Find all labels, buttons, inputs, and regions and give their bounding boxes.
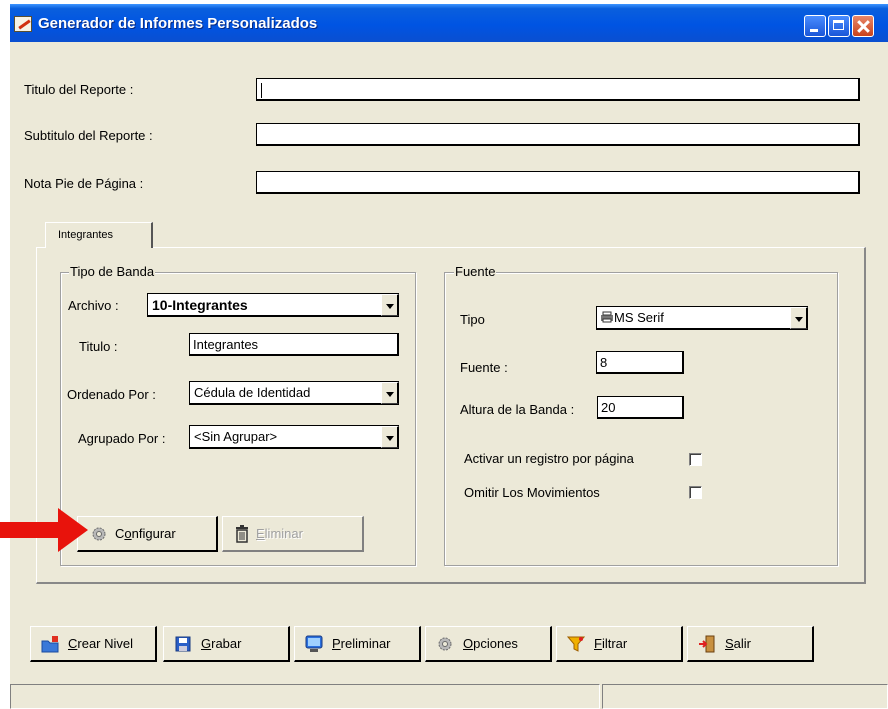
band-type-legend: Tipo de Banda: [69, 264, 156, 279]
report-title-label: Titulo del Reporte :: [24, 82, 134, 97]
monitor-icon: [305, 635, 323, 652]
archivo-label: Archivo :: [68, 298, 119, 313]
footer-note-label: Nota Pie de Página :: [24, 176, 144, 191]
exit-door-icon: [699, 635, 715, 653]
report-title-input[interactable]: [256, 78, 860, 101]
band-height-input[interactable]: 20: [597, 396, 684, 419]
report-generator-window: Generador de Informes Personalizados Tit…: [10, 4, 888, 709]
omit-movements-label: Omitir Los Movimientos: [464, 485, 600, 500]
annotation-arrow-icon: [0, 508, 88, 552]
ordered-by-select[interactable]: Cédula de Identidad: [189, 381, 399, 405]
report-subtitle-input[interactable]: [256, 123, 860, 146]
status-panel-left: [10, 684, 600, 709]
gear-icon: [92, 527, 106, 541]
grouped-by-dropdown-arrow-icon[interactable]: [381, 426, 399, 448]
band-title-label: Titulo :: [79, 339, 118, 354]
font-type-value-wrap: MS Serif: [600, 310, 664, 325]
archivo-value: 10-Integrantes: [152, 297, 248, 313]
app-icon: [14, 16, 32, 32]
save-label: Grabar: [201, 636, 242, 651]
ordered-by-dropdown-arrow-icon[interactable]: [381, 382, 399, 404]
trash-icon: [236, 525, 248, 543]
save-button[interactable]: Grabar: [163, 626, 290, 662]
floppy-disk-icon: [175, 636, 191, 652]
grouped-by-value: <Sin Agrupar>: [194, 429, 278, 444]
band-height-label: Altura de la Banda :: [460, 402, 575, 417]
filter-button[interactable]: Filtrar: [556, 626, 683, 662]
create-level-button[interactable]: Crear Nivel: [30, 626, 157, 662]
text-caret: [261, 83, 262, 99]
title-bar[interactable]: Generador de Informes Personalizados: [10, 4, 888, 42]
printer-font-icon: [601, 311, 613, 323]
font-type-value: MS Serif: [614, 310, 664, 325]
report-subtitle-label: Subtitulo del Reporte :: [24, 128, 153, 143]
configurar-label: Configurar: [115, 526, 176, 541]
exit-label: Salir: [725, 636, 752, 651]
preview-button[interactable]: Preliminar: [294, 626, 421, 662]
funnel-icon: [567, 636, 585, 652]
preview-label: Preliminar: [332, 636, 391, 651]
options-label: Opciones: [463, 636, 518, 651]
eliminar-button[interactable]: Eliminar: [222, 516, 364, 552]
tab-integrantes[interactable]: Integrantes: [45, 222, 153, 248]
maximize-button[interactable]: [828, 15, 850, 37]
grouped-by-label: Agrupado Por :: [78, 431, 166, 446]
window-title: Generador de Informes Personalizados: [38, 15, 318, 32]
folder-add-icon: [41, 636, 59, 653]
font-size-label: Fuente :: [460, 360, 508, 375]
font-size-input[interactable]: 8: [596, 351, 684, 374]
font-type-label: Tipo: [460, 312, 485, 327]
exit-button[interactable]: Salir: [687, 626, 814, 662]
font-type-dropdown-arrow-icon[interactable]: [790, 307, 808, 329]
font-type-select[interactable]: MS Serif: [596, 306, 808, 330]
ordered-by-value: Cédula de Identidad: [194, 385, 311, 400]
one-record-per-page-label: Activar un registro por página: [464, 451, 634, 466]
archivo-select[interactable]: 10-Integrantes: [147, 293, 399, 317]
band-title-input[interactable]: Integrantes: [189, 333, 399, 356]
footer-note-input[interactable]: [256, 171, 860, 194]
options-button[interactable]: Opciones: [425, 626, 552, 662]
eliminar-label: Eliminar: [256, 526, 303, 541]
configurar-button[interactable]: Configurar: [77, 516, 218, 552]
create-level-label: Crear Nivel: [68, 636, 134, 651]
archivo-dropdown-arrow-icon[interactable]: [381, 294, 399, 316]
grouped-by-select[interactable]: <Sin Agrupar>: [189, 425, 399, 449]
tab-integrantes-label: Integrantes: [58, 229, 114, 241]
font-legend: Fuente: [454, 264, 497, 279]
filter-label: Filtrar: [594, 636, 628, 651]
one-record-per-page-checkbox[interactable]: [689, 453, 702, 466]
gear-icon: [438, 637, 452, 651]
omit-movements-checkbox[interactable]: [689, 486, 702, 499]
minimize-button[interactable]: [804, 15, 826, 37]
close-button[interactable]: [852, 15, 874, 37]
ordered-by-label: Ordenado Por :: [67, 387, 156, 402]
status-panel-right: [602, 684, 888, 709]
